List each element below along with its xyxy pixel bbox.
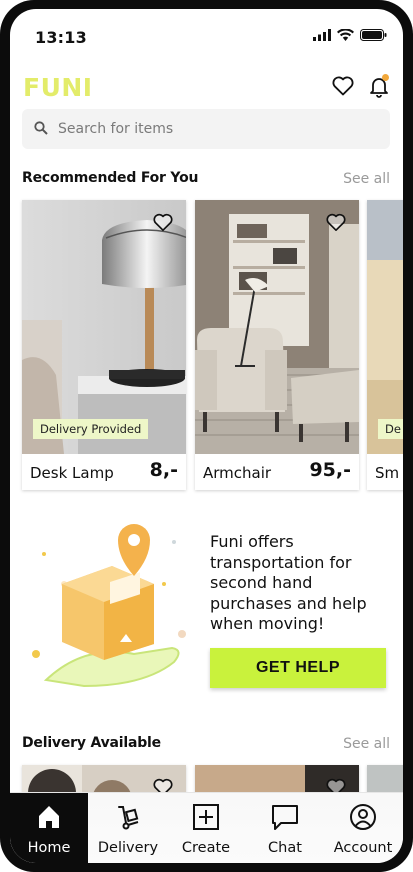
favorite-heart-icon[interactable] [152,212,174,236]
search-icon [34,121,48,135]
tab-account[interactable]: Account [324,793,402,863]
product-photo-armchair [195,200,359,454]
tab-label: Delivery [97,840,159,856]
tab-home[interactable]: Home [10,793,88,863]
tab-chat[interactable]: Chat [246,793,324,863]
promo-description: Funi offers transportation for second ha… [210,532,367,633]
status-icons [313,29,387,41]
delivery-badge: Delivery Provided [33,419,149,439]
tab-delivery[interactable]: Delivery [89,793,167,863]
product-card[interactable]: Armchair 95,- [195,200,359,490]
delivery-promo: Funi offers transportation for second ha… [10,524,403,704]
product-name: Sm [375,464,400,482]
see-all-delivery-link[interactable]: See all [343,736,390,752]
product-card[interactable]: Delivery Provided Desk Lamp 8,- [22,200,186,490]
signal-icon [313,29,331,41]
tab-create[interactable]: Create [167,793,245,863]
product-price: 95,- [309,459,351,481]
bottom-tab-bar: Home Delivery Create Chat Account [10,792,403,863]
hand-truck-icon [118,806,139,830]
delivery-box-illustration [32,524,186,688]
tab-label: Create [181,840,231,856]
status-time: 13:13 [35,28,87,47]
notification-dot [382,74,389,81]
section-title-recommended: Recommended For You [22,170,199,186]
plus-square-icon [193,804,219,830]
product-price: 8,- [149,459,178,481]
wifi-icon [337,29,354,41]
brand-logo: FUNI [23,73,93,102]
app-header: FUNI [10,69,403,109]
search-input[interactable]: Search for items [22,109,390,149]
tab-label: Account [333,840,393,856]
product-card[interactable]: De Sm [367,200,403,490]
search-placeholder: Search for items [58,121,174,137]
status-bar: 13:13 [10,9,403,57]
tab-label: Home [27,840,71,856]
see-all-recommended-link[interactable]: See all [343,171,390,187]
product-name: Desk Lamp [30,464,114,482]
chat-bubble-icon [272,805,298,830]
notification-bell-icon[interactable] [367,74,391,98]
phone-frame: 13:13 FUNI Search for items Recommended … [0,0,413,872]
favorites-heart-icon[interactable] [331,74,355,98]
product-name: Armchair [203,464,272,482]
product-photo-partial [367,200,403,454]
tab-label: Chat [268,840,302,856]
home-icon [39,806,59,828]
product-photo-desk-lamp [22,200,186,454]
get-help-button[interactable]: GET HELP [210,648,386,688]
user-circle-icon [350,804,376,830]
app-screen: 13:13 FUNI Search for items Recommended … [10,9,403,863]
delivery-badge: De [378,419,403,439]
favorite-heart-icon[interactable] [325,212,347,236]
section-title-delivery: Delivery Available [22,735,161,751]
battery-icon [360,29,387,41]
